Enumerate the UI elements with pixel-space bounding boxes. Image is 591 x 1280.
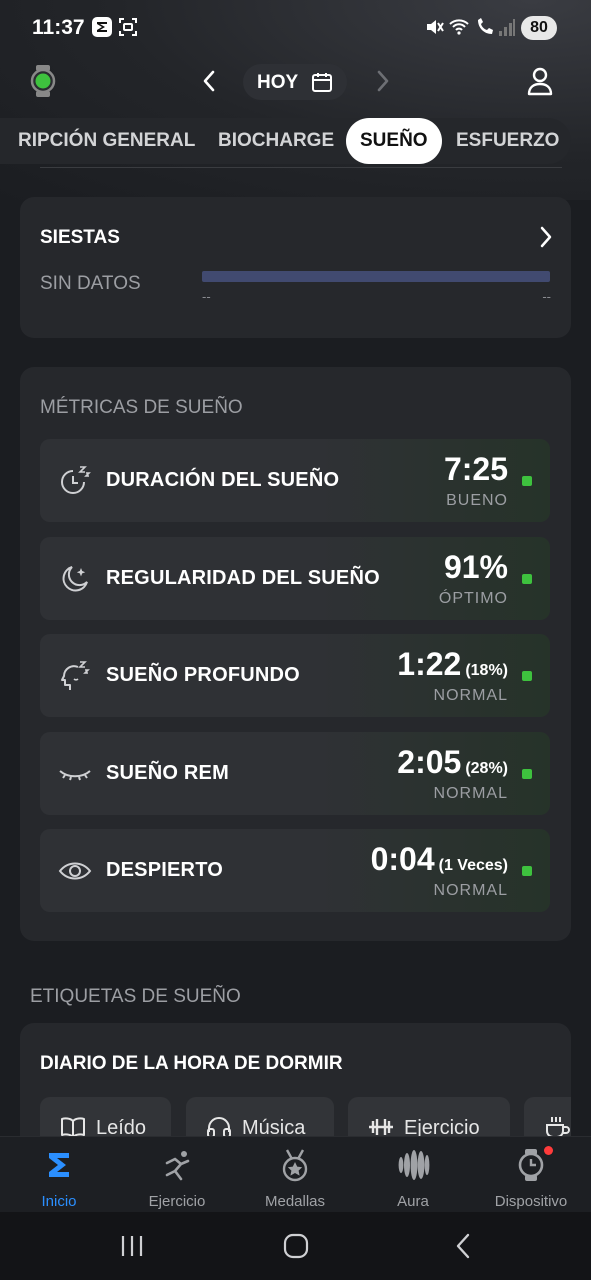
sleep-tags-title: ETIQUETAS DE SUEÑO — [30, 986, 241, 1007]
status-dot — [522, 671, 532, 681]
medal-icon — [282, 1149, 308, 1182]
exercise-icon — [165, 1151, 190, 1181]
naps-range-end: -- — [542, 289, 551, 304]
profile-icon[interactable] — [526, 66, 554, 96]
signal-icon — [499, 19, 515, 36]
nav-device[interactable]: Dispositivo — [472, 1137, 590, 1213]
metric-label: SUEÑO REM — [106, 762, 229, 784]
metric-row-deep-sleep[interactable]: SUEÑO PROFUNDO 1:22 (18%) NORMAL — [40, 634, 550, 717]
status-bar: 11:37 80 — [0, 0, 591, 56]
metric-label: SUEÑO PROFUNDO — [106, 664, 300, 686]
divider — [40, 167, 562, 168]
bedtime-diary-title: DIARIO DE LA HORA DE DORMIR — [40, 1053, 343, 1074]
wifi-icon — [449, 19, 469, 35]
metric-row-rem-sleep[interactable]: SUEÑO REM 2:05 (28%) NORMAL — [40, 732, 550, 815]
metric-status: NORMAL — [433, 882, 508, 899]
section-tabs: RIPCIÓN GENERAL BIOCHARGE SUEÑO ESFUERZO — [0, 118, 571, 164]
nav-aura[interactable]: Aura — [354, 1137, 472, 1213]
head-sleep-icon — [61, 661, 90, 690]
system-navigation-bar — [0, 1212, 591, 1280]
recent-apps-icon[interactable] — [118, 1232, 146, 1260]
metric-value: 91% — [443, 549, 508, 585]
metric-status: BUENO — [446, 492, 508, 509]
bottom-navigation: Inicio Ejercicio Medallas Aura Dispositi… — [0, 1136, 591, 1212]
naps-range-start: -- — [202, 289, 211, 304]
metric-value: 1:22 (18%) — [397, 646, 508, 682]
sleep-clock-icon — [61, 466, 91, 494]
naps-no-data: SIN DATOS — [40, 273, 141, 294]
sleep-metrics-card: MÉTRICAS DE SUEÑO DURACIÓN DEL SUEÑO 7:2… — [20, 367, 571, 941]
naps-title: SIESTAS — [40, 227, 120, 248]
status-dot — [522, 769, 532, 779]
wifi-call-icon — [478, 18, 493, 34]
top-header: HOY — [0, 56, 591, 108]
metric-value: 2:05 (28%) — [397, 744, 508, 780]
metric-value: 7:25 — [443, 451, 508, 487]
tab-overview[interactable]: RIPCIÓN GENERAL — [18, 118, 195, 164]
calendar-icon — [312, 73, 332, 92]
battery-indicator: 80 — [521, 16, 557, 40]
status-dot — [522, 574, 532, 584]
date-selector[interactable]: HOY — [243, 64, 347, 100]
metric-row-sleep-regularity[interactable]: REGULARIDAD DEL SUEÑO 91% ÓPTIMO — [40, 537, 550, 620]
status-time: 11:37 — [32, 16, 85, 39]
tab-biocharge[interactable]: BIOCHARGE — [218, 118, 334, 164]
metric-label: REGULARIDAD DEL SUEÑO — [106, 567, 380, 589]
moon-sparkle-icon — [62, 566, 88, 592]
metric-row-sleep-duration[interactable]: DURACIÓN DEL SUEÑO 7:25 BUENO — [40, 439, 550, 522]
nav-exercise[interactable]: Ejercicio — [118, 1137, 236, 1213]
home-logo-icon — [49, 1153, 69, 1177]
nav-medals[interactable]: Medallas — [236, 1137, 354, 1213]
previous-day-icon[interactable] — [198, 68, 222, 94]
metric-status: ÓPTIMO — [438, 590, 508, 607]
date-label: HOY — [257, 72, 299, 93]
mute-icon — [427, 20, 444, 34]
eye-icon — [58, 862, 92, 880]
status-dot — [522, 476, 532, 486]
screenshot-icon — [119, 18, 137, 36]
metric-status: NORMAL — [433, 687, 508, 704]
app-notification-icon — [92, 17, 112, 37]
next-day-icon[interactable] — [370, 68, 394, 94]
watch-connected-icon[interactable] — [28, 64, 58, 98]
naps-card[interactable]: SIESTAS SIN DATOS -- -- — [20, 197, 571, 338]
metric-row-awake[interactable]: DESPIERTO 0:04 (1 Veces) NORMAL — [40, 829, 550, 912]
metric-status: NORMAL — [433, 785, 508, 802]
closed-eye-icon — [59, 770, 91, 781]
back-icon[interactable] — [450, 1232, 478, 1260]
aura-icon — [398, 1150, 430, 1180]
chevron-right-icon[interactable] — [537, 225, 555, 249]
notification-dot — [544, 1146, 553, 1155]
nav-home[interactable]: Inicio — [0, 1137, 118, 1213]
sleep-metrics-title: MÉTRICAS DE SUEÑO — [40, 397, 243, 418]
status-dot — [522, 866, 532, 876]
home-button-icon[interactable] — [282, 1232, 310, 1260]
metric-label: DURACIÓN DEL SUEÑO — [106, 469, 340, 491]
metric-value: 0:04 (1 Veces) — [370, 841, 508, 877]
tab-sleep[interactable]: SUEÑO — [346, 118, 442, 164]
naps-timeline-bar — [202, 271, 550, 282]
metric-label: DESPIERTO — [106, 859, 224, 881]
tab-effort[interactable]: ESFUERZO — [456, 118, 559, 164]
